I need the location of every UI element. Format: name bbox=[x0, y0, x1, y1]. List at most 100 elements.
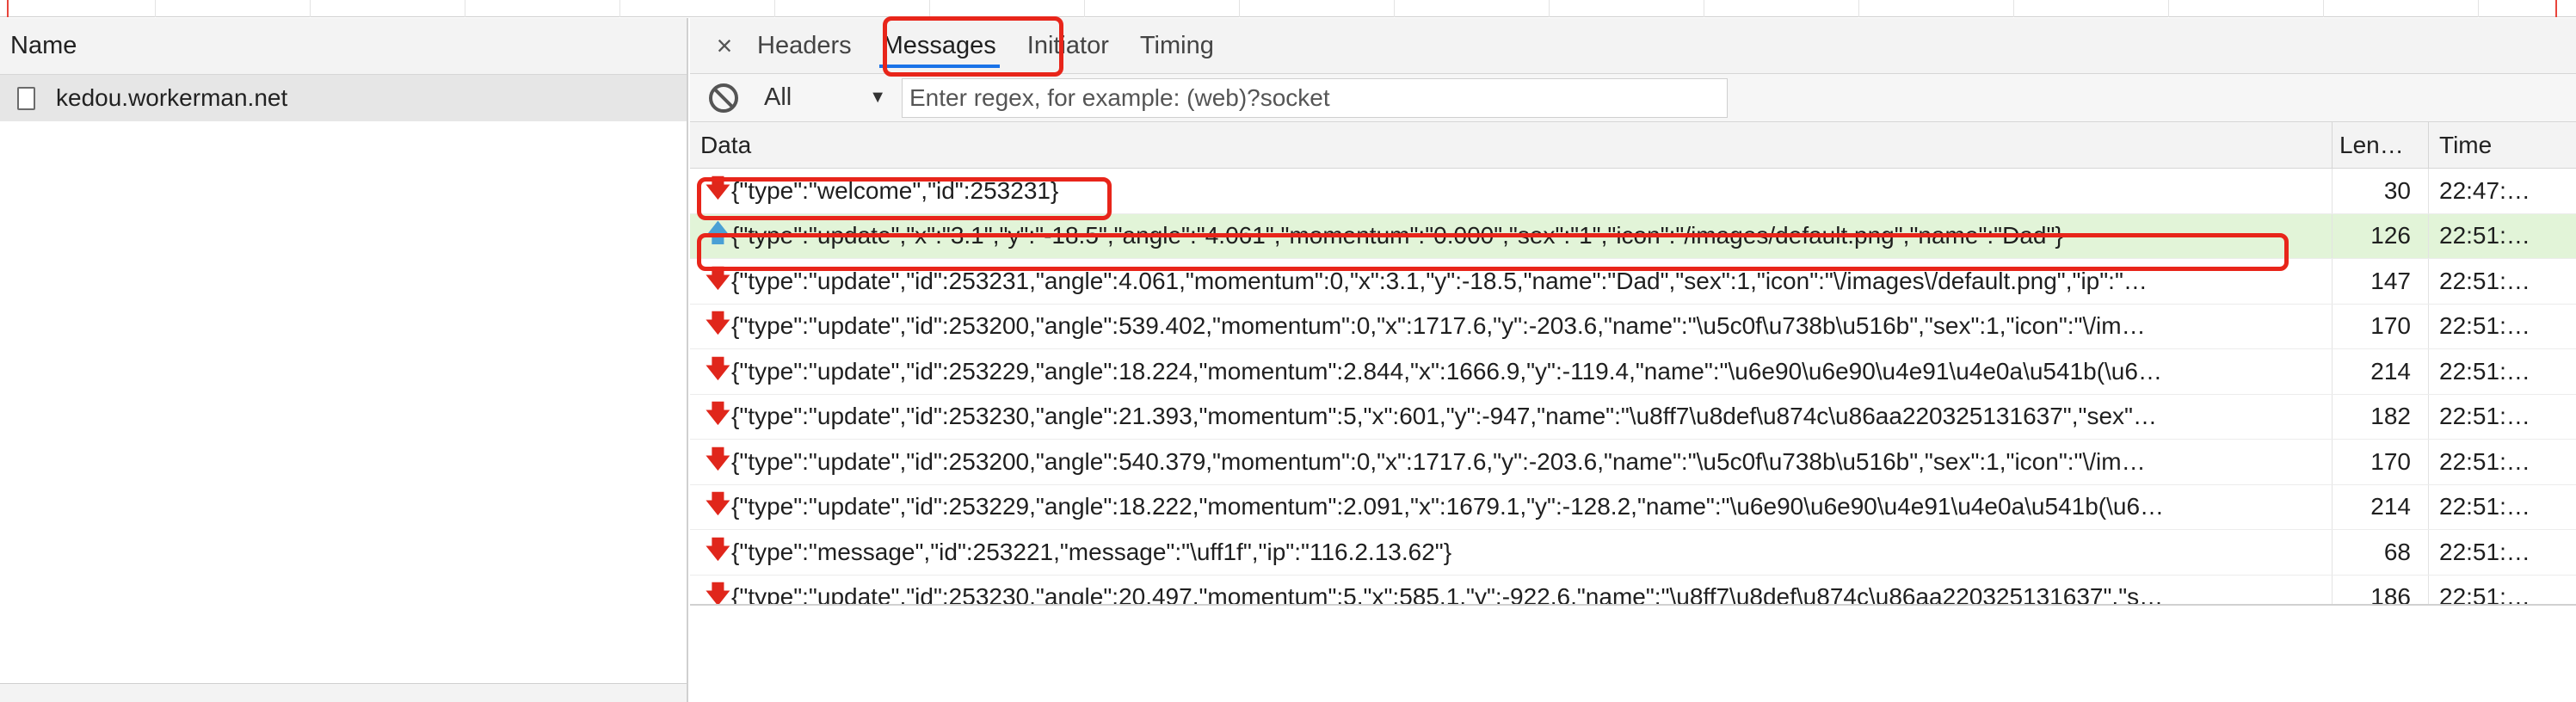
tab-initiator-label: Initiator bbox=[1026, 31, 1109, 59]
request-name: kedou.workerman.net bbox=[56, 84, 288, 111]
message-length: 186 bbox=[2332, 575, 2428, 604]
timeline-tick bbox=[1394, 0, 1395, 17]
detail-tabbar: × Headers Messages Initiator Timing bbox=[690, 16, 2576, 77]
message-data-cell: 🡅 {"type":"update","x":"3.1","y":"-18.5",… bbox=[690, 215, 2332, 256]
time-column-header[interactable]: Time bbox=[2428, 122, 2576, 168]
message-data-cell: 🡇 {"type":"message","id":253221,"message"… bbox=[690, 532, 2332, 573]
timeline-tick bbox=[2323, 0, 2324, 17]
message-text: {"type":"update","id":253231,"angle":4.0… bbox=[731, 267, 2148, 294]
arrow-down-icon: 🡇 bbox=[706, 354, 730, 382]
message-row[interactable]: 🡇 {"type":"update","id":253229,"angle":18… bbox=[690, 484, 2576, 530]
message-row[interactable]: 🡇 {"type":"update","id":253229,"angle":18… bbox=[690, 349, 2576, 395]
message-length: 126 bbox=[2332, 213, 2428, 258]
arrow-down-icon: 🡇 bbox=[706, 174, 730, 201]
message-data-cell: 🡇 {"type":"update","id":253200,"angle":53… bbox=[690, 305, 2332, 347]
message-type-select[interactable]: All ▼ bbox=[764, 83, 902, 112]
network-timeline-strip bbox=[0, 0, 2576, 17]
message-data-cell: 🡇 {"type":"update","id":253229,"angle":18… bbox=[690, 486, 2332, 527]
arrow-up-icon: 🡅 bbox=[706, 219, 730, 247]
tab-timing[interactable]: Timing bbox=[1125, 18, 1229, 73]
tab-initiator[interactable]: Initiator bbox=[1012, 18, 1125, 73]
message-time: 22:51:… bbox=[2428, 213, 2576, 258]
name-column-header[interactable]: Name bbox=[0, 18, 687, 75]
message-data-cell: 🡇 {"type":"update","id":253230,"angle":21… bbox=[690, 396, 2332, 437]
request-list-panel: Name kedou.workerman.net bbox=[0, 18, 688, 702]
tab-messages[interactable]: Messages bbox=[867, 18, 1012, 73]
message-length: 182 bbox=[2332, 394, 2428, 439]
tab-headers-label: Headers bbox=[757, 31, 852, 59]
arrow-down-icon: 🡇 bbox=[706, 310, 730, 337]
request-row-websocket[interactable]: kedou.workerman.net bbox=[0, 75, 687, 121]
block-icon[interactable] bbox=[709, 83, 738, 113]
message-time: 22:51:… bbox=[2428, 304, 2576, 348]
message-data-cell: 🡇 {"type":"update","id":253231,"angle":4.… bbox=[690, 261, 2332, 302]
message-data-cell: 🡇 {"type":"update","id":253229,"angle":18… bbox=[690, 351, 2332, 392]
message-row[interactable]: 🡇 {"type":"update","id":253200,"angle":54… bbox=[690, 440, 2576, 485]
message-time: 22:47:… bbox=[2428, 169, 2576, 213]
message-row[interactable]: 🡇 {"type":"welcome","id":253231} 30 22:47:… bbox=[690, 169, 2576, 214]
message-time: 22:51:… bbox=[2428, 484, 2576, 529]
arrow-down-icon: 🡇 bbox=[706, 581, 730, 606]
message-data-cell: 🡇 {"type":"update","id":253230,"angle":20… bbox=[690, 576, 2332, 606]
messages-table-header: Data Len… Time bbox=[690, 122, 2576, 169]
message-length: 214 bbox=[2332, 349, 2428, 394]
tab-headers[interactable]: Headers bbox=[742, 18, 867, 73]
tab-messages-label: Messages bbox=[882, 31, 996, 59]
message-length: 214 bbox=[2332, 484, 2428, 529]
timeline-tick bbox=[1084, 0, 1085, 17]
timeline-tick bbox=[2013, 0, 2014, 17]
message-time: 22:51:… bbox=[2428, 440, 2576, 484]
message-text: {"type":"update","id":253200,"angle":540… bbox=[731, 447, 2146, 475]
timeline-tick bbox=[310, 0, 311, 17]
message-length: 170 bbox=[2332, 440, 2428, 484]
timeline-marker bbox=[2555, 0, 2557, 17]
message-row[interactable]: 🡇 {"type":"update","id":253230,"angle":20… bbox=[690, 575, 2576, 606]
messages-filterbar: All ▼ bbox=[690, 74, 2576, 122]
message-row[interactable]: 🡇 {"type":"update","id":253200,"angle":53… bbox=[690, 304, 2576, 349]
message-length: 170 bbox=[2332, 304, 2428, 348]
message-text: {"type":"welcome","id":253231} bbox=[731, 176, 1059, 204]
message-text: {"type":"update","id":253229,"angle":18.… bbox=[731, 493, 2165, 520]
message-row[interactable]: 🡇 {"type":"update","id":253230,"angle":21… bbox=[690, 394, 2576, 440]
arrow-down-icon: 🡇 bbox=[706, 264, 730, 292]
message-length: 147 bbox=[2332, 259, 2428, 304]
message-row[interactable]: 🡅 {"type":"update","x":"3.1","y":"-18.5",… bbox=[690, 213, 2576, 259]
data-column-header[interactable]: Data bbox=[690, 132, 2332, 159]
timeline-marker bbox=[7, 0, 9, 17]
status-bar bbox=[0, 683, 687, 702]
message-length: 30 bbox=[2332, 169, 2428, 213]
timeline-tick bbox=[619, 0, 620, 17]
close-icon[interactable]: × bbox=[707, 18, 742, 73]
regex-filter-input[interactable] bbox=[902, 77, 1728, 118]
message-text: {"type":"message","id":253221,"message":… bbox=[731, 538, 1452, 565]
message-text: {"type":"update","id":253200,"angle":539… bbox=[731, 312, 2146, 340]
message-text: {"type":"update","id":253230,"angle":20.… bbox=[731, 583, 2164, 606]
message-length: 68 bbox=[2332, 530, 2428, 575]
timeline-tick bbox=[2168, 0, 2169, 17]
message-time: 22:51:… bbox=[2428, 530, 2576, 575]
timeline-tick bbox=[1549, 0, 1550, 17]
name-column-label: Name bbox=[10, 32, 77, 59]
message-text: {"type":"update","id":253229,"angle":18.… bbox=[731, 357, 2162, 385]
message-data-cell: 🡇 {"type":"welcome","id":253231} bbox=[690, 170, 2332, 212]
timeline-tick bbox=[929, 0, 930, 17]
message-row[interactable]: 🡇 {"type":"message","id":253221,"message"… bbox=[690, 530, 2576, 576]
arrow-down-icon: 🡇 bbox=[706, 400, 730, 428]
timeline-tick bbox=[155, 0, 156, 17]
message-time: 22:51:… bbox=[2428, 349, 2576, 394]
message-time: 22:51:… bbox=[2428, 575, 2576, 604]
message-row[interactable]: 🡇 {"type":"update","id":253231,"angle":4.… bbox=[690, 259, 2576, 305]
message-time: 22:51:… bbox=[2428, 394, 2576, 439]
message-text: {"type":"update","id":253230,"angle":21.… bbox=[731, 403, 2157, 430]
message-data-cell: 🡇 {"type":"update","id":253200,"angle":54… bbox=[690, 441, 2332, 483]
timeline-tick bbox=[2478, 0, 2479, 17]
message-text: {"type":"update","x":"3.1","y":"-18.5","… bbox=[731, 222, 2063, 249]
timeline-tick bbox=[1858, 0, 1859, 17]
chevron-down-icon: ▼ bbox=[869, 88, 886, 107]
tab-timing-label: Timing bbox=[1139, 31, 1214, 59]
request-detail-panel: × Headers Messages Initiator Timing All … bbox=[690, 16, 2576, 702]
length-column-header[interactable]: Len… bbox=[2332, 122, 2428, 168]
messages-list: 🡇 {"type":"welcome","id":253231} 30 22:47:…… bbox=[690, 169, 2576, 606]
message-time: 22:51:… bbox=[2428, 259, 2576, 304]
message-type-selected: All bbox=[764, 83, 792, 111]
